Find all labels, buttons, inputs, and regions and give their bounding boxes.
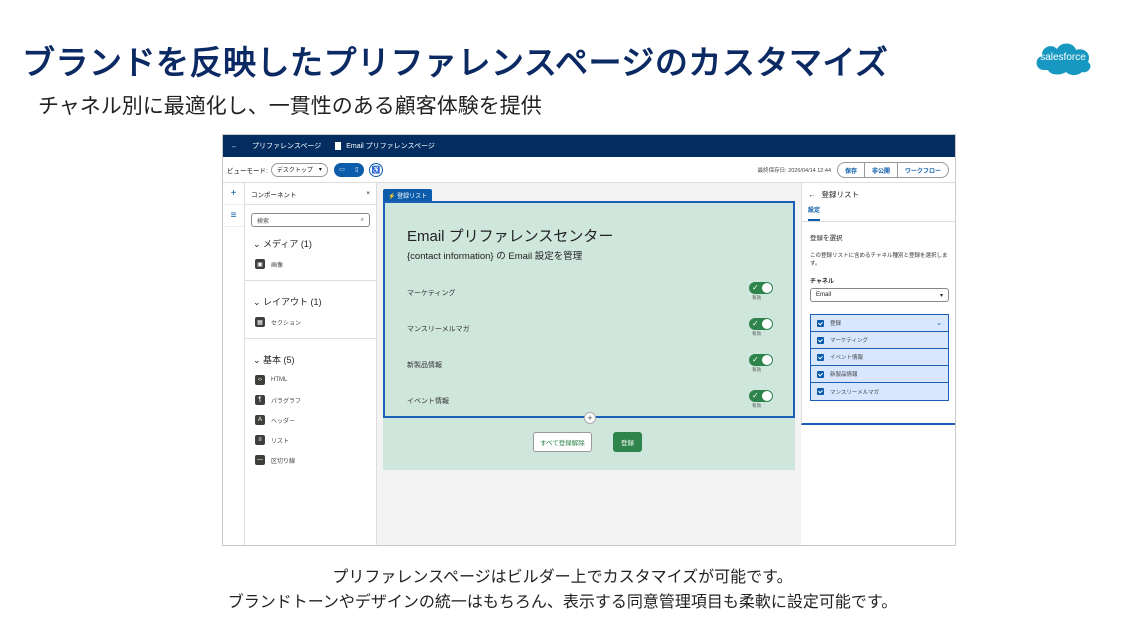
subscribe-button[interactable]: 登録 [613, 432, 642, 452]
desktop-icon: ▭ [339, 167, 345, 173]
component-image[interactable]: ▣ 画像 [245, 254, 376, 274]
last-saved: 最終保存日: 2026/04/14 12:44 [757, 168, 831, 174]
toggle-switch[interactable] [749, 390, 773, 402]
view-mode-label: ビューモード: [227, 167, 268, 175]
save-button[interactable]: 保存 [838, 163, 864, 177]
chevron-down-icon[interactable]: ⌄ [936, 319, 942, 327]
section-basic[interactable]: ⌄ 基本 (5) [245, 345, 376, 370]
caption-line-2: ブランドトーンやデザインの統一はもちろん、表示する同意管理項目も柔軟に設定可能で… [227, 592, 898, 611]
list-item[interactable]: イベント情報 [811, 349, 948, 366]
section-icon: ▦ [255, 317, 265, 327]
properties-title: 登録リスト [821, 189, 860, 199]
pref-row-label: マンスリーメルマガ [407, 326, 470, 333]
divider-icon: — [255, 455, 265, 465]
paragraph-icon: ¶ [255, 395, 265, 405]
salesforce-logo: salesforce [1032, 38, 1094, 78]
list-icon: ≡ [255, 435, 265, 445]
unpublish-button[interactable]: 非公開 [863, 163, 897, 177]
logo-text: salesforce [1040, 52, 1086, 63]
checkbox[interactable] [817, 319, 824, 327]
breadcrumb[interactable]: プリファレンスページ [252, 141, 321, 151]
pref-row-label: マーケティング [407, 290, 456, 297]
pref-row-label: 新製品情報 [407, 362, 442, 369]
workflow-button[interactable]: ワークフロー [896, 163, 948, 177]
chevron-down-icon: ▾ [939, 292, 943, 299]
components-header: コンポーネント × [245, 183, 376, 205]
checkbox[interactable] [817, 336, 824, 344]
view-mode-select[interactable]: デスクトップ ▾ [270, 162, 328, 177]
properties-header: ← 登録リスト [802, 183, 955, 205]
list-item[interactable]: マンスリーメルマガ [811, 383, 948, 400]
toggle-label: 有効 [752, 367, 761, 372]
slide: ブランドを反映したプリファレンスページのカスタマイズ salesforce チャ… [0, 0, 1125, 626]
doc-title: Email プリファレンスページ [346, 143, 435, 150]
action-button-group: 保存 非公開 ワークフロー [836, 162, 949, 178]
code-icon: ‹› [255, 375, 265, 385]
preference-center-component[interactable]: Email プリファレンスセンター {contact information} … [383, 201, 795, 418]
toggle-label: 有効 [752, 403, 761, 408]
component-divider[interactable]: — 区切り線 [245, 450, 376, 470]
left-rail: + ≡ [223, 183, 245, 545]
toggle-switch[interactable] [749, 354, 773, 366]
builder-canvas: ⚡ 登録リスト Email プリファレンスセンター {contact infor… [377, 183, 801, 545]
header-icon: A [255, 415, 265, 425]
component-header[interactable]: A ヘッダー [245, 410, 376, 430]
component-html[interactable]: ‹› HTML [245, 370, 376, 390]
image-icon: ▣ [255, 259, 265, 269]
list-item[interactable]: マーケティング [811, 332, 948, 349]
pref-subtitle: {contact information} の Email 設定を管理 [407, 251, 583, 262]
toggle-label: 有効 [752, 331, 761, 336]
chevron-down-icon: ▾ [318, 167, 322, 173]
list-item[interactable]: 新製品情報 [811, 366, 948, 383]
device-toggle[interactable]: ▭ ▯ [333, 162, 364, 177]
checkbox[interactable] [817, 353, 824, 361]
checkbox[interactable] [817, 370, 824, 378]
tablet-icon: ▯ [355, 167, 359, 173]
section-layout[interactable]: ⌄ レイアウト (1) [245, 287, 376, 312]
search-placeholder: 検索 [257, 218, 270, 225]
unsubscribe-all-button[interactable]: すべて登録解除 [533, 432, 592, 452]
close-icon[interactable]: × [366, 190, 370, 197]
builder-screenshot: ← プリファレンスページ Email プリファレンスページ ビューモード: デス… [222, 134, 956, 546]
tab-settings[interactable]: 設定 [808, 205, 821, 221]
app-topbar: ← プリファレンスページ Email プリファレンスページ [223, 135, 955, 157]
divider [245, 338, 376, 339]
channel-value: Email [816, 292, 832, 298]
components-title: コンポーネント [251, 191, 297, 199]
toggle-switch[interactable] [749, 282, 773, 294]
toggle-switch[interactable] [749, 318, 773, 330]
doc-title-wrap: Email プリファレンスページ [335, 141, 435, 151]
pref-title: Email プリファレンスセンター [407, 228, 614, 245]
view-mode-value: デスクトップ [276, 168, 313, 174]
description: この登録リストに含めるチャネル種別と登録を選択します。 [810, 253, 948, 267]
subscription-list: 登録 ⌄ マーケティング イベント情報 新製品情報 マンスリーメルマガ [810, 314, 949, 401]
section-media[interactable]: ⌄ メディア (1) [245, 229, 376, 254]
builder-toolbar: ビューモード: デスクトップ ▾ ▭ ▯ ♿ 最終保存日: 2026/04/14… [223, 157, 955, 183]
list-item[interactable]: 登録 ⌄ [811, 315, 948, 332]
properties-panel: ← 登録リスト 設定 登録を選択 この登録リストに含めるチャネル種別と登録を選択… [801, 183, 955, 425]
outline-icon[interactable]: ≡ [223, 205, 244, 227]
component-paragraph[interactable]: ¶ パラグラフ [245, 390, 376, 410]
add-icon[interactable]: + [223, 183, 244, 205]
channel-label: チャネル [810, 279, 834, 285]
caption-line-1: プリファレンスページはビルダー上でカスタマイズが可能です。 [332, 567, 793, 586]
component-section[interactable]: ▦ セクション [245, 312, 376, 332]
divider [245, 280, 376, 281]
document-icon [335, 142, 342, 150]
channel-select[interactable]: Email ▾ [810, 288, 949, 302]
slide-title: ブランドを反映したプリファレンスページのカスタマイズ [22, 43, 889, 82]
select-subscription-label: 登録を選択 [810, 235, 843, 242]
pref-row-label: イベント情報 [407, 398, 449, 405]
back-arrow-icon[interactable]: ← [231, 143, 238, 150]
checkbox[interactable] [817, 388, 824, 395]
toggle-label: 有効 [752, 295, 761, 300]
slide-subtitle: チャネル別に最適化し、一貫性のある顧客体験を提供 [38, 94, 542, 118]
search-input[interactable]: 検索 ⌕ [251, 213, 370, 227]
search-icon: ⌕ [360, 216, 364, 223]
add-component-icon[interactable]: + [584, 412, 596, 424]
back-arrow-icon[interactable]: ← [808, 190, 816, 199]
components-panel: コンポーネント × 検索 ⌕ ⌄ メディア (1) ▣ 画像 ⌄ レイアウト (… [245, 183, 377, 545]
accessibility-icon[interactable]: ♿ [368, 162, 383, 177]
component-list[interactable]: ≡ リスト [245, 430, 376, 450]
